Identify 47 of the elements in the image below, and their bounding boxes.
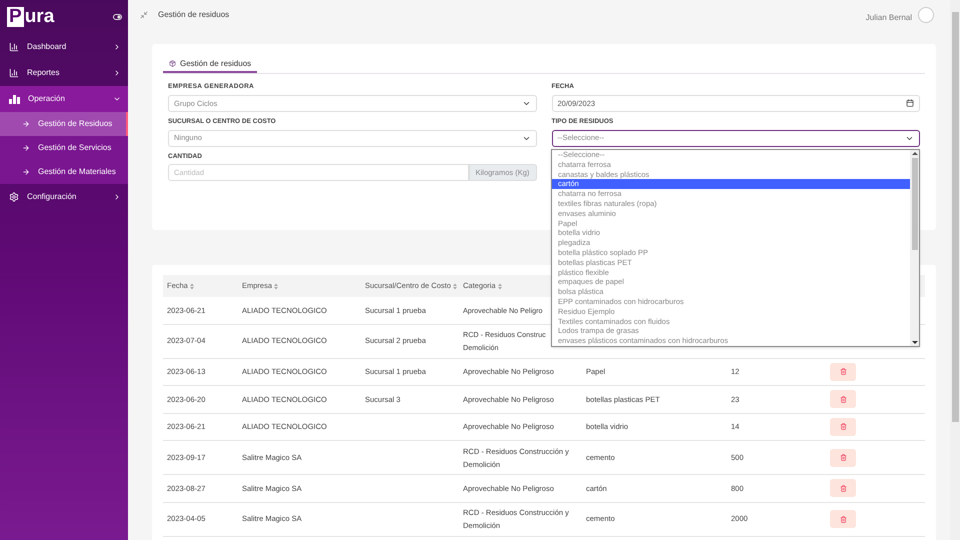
delete-button[interactable] xyxy=(830,479,856,498)
logo: P ura xyxy=(7,7,54,27)
calendar-icon xyxy=(906,99,914,108)
collapse-icon[interactable] xyxy=(140,11,148,19)
arrow-right-icon xyxy=(22,168,30,176)
nav-subitem[interactable]: Gestión de Materiales xyxy=(0,160,128,184)
user-name: Julian Bernal xyxy=(866,12,912,24)
delete-button[interactable] xyxy=(830,510,856,528)
chevron-right-icon xyxy=(113,193,121,201)
nav-subitem[interactable]: Gestión de Residuos xyxy=(0,112,128,136)
chevron-right-icon xyxy=(113,43,121,51)
nav-subitem[interactable]: Gestión de Servicios xyxy=(0,136,128,160)
delete-button[interactable] xyxy=(830,362,856,381)
delete-button[interactable] xyxy=(830,448,856,466)
tab[interactable]: Gestión de residuos xyxy=(163,56,258,73)
trash-icon xyxy=(840,516,846,522)
nav-item[interactable]: Reportes xyxy=(0,60,128,86)
chevron-right-icon xyxy=(113,69,121,77)
bar-chart-icon xyxy=(9,68,19,78)
delete-button[interactable] xyxy=(830,390,856,408)
sort-icon[interactable] xyxy=(190,282,194,290)
trash-icon xyxy=(840,454,846,461)
trash-icon xyxy=(840,423,846,430)
scroll-up-icon[interactable] xyxy=(912,150,918,158)
page-title: Gestión de residuos xyxy=(158,9,230,21)
sort-icon[interactable] xyxy=(452,282,457,290)
avatar[interactable] xyxy=(918,7,934,23)
scroll-down-icon[interactable] xyxy=(912,338,918,346)
arrow-right-icon xyxy=(22,144,30,152)
trash-icon xyxy=(840,396,846,403)
trash-icon xyxy=(840,484,846,492)
scrollbar[interactable] xyxy=(910,150,919,346)
page-scrollbar[interactable] xyxy=(950,0,960,540)
toggle-icon[interactable] xyxy=(113,14,122,20)
trash-icon xyxy=(840,368,846,376)
chevron-down-icon xyxy=(113,95,121,103)
bar-chart-icon xyxy=(9,94,20,104)
sort-icon[interactable] xyxy=(498,282,502,290)
nav-item[interactable]: Configuración xyxy=(0,184,128,210)
delete-button[interactable] xyxy=(830,418,856,436)
nav-item[interactable]: Dashboard xyxy=(0,34,128,60)
settings-icon xyxy=(9,192,19,202)
bar-chart-icon xyxy=(9,42,19,52)
sort-icon[interactable] xyxy=(274,282,278,290)
nav-item[interactable]: Operación xyxy=(0,86,128,112)
box-icon xyxy=(169,60,176,67)
arrow-right-icon xyxy=(22,120,30,128)
